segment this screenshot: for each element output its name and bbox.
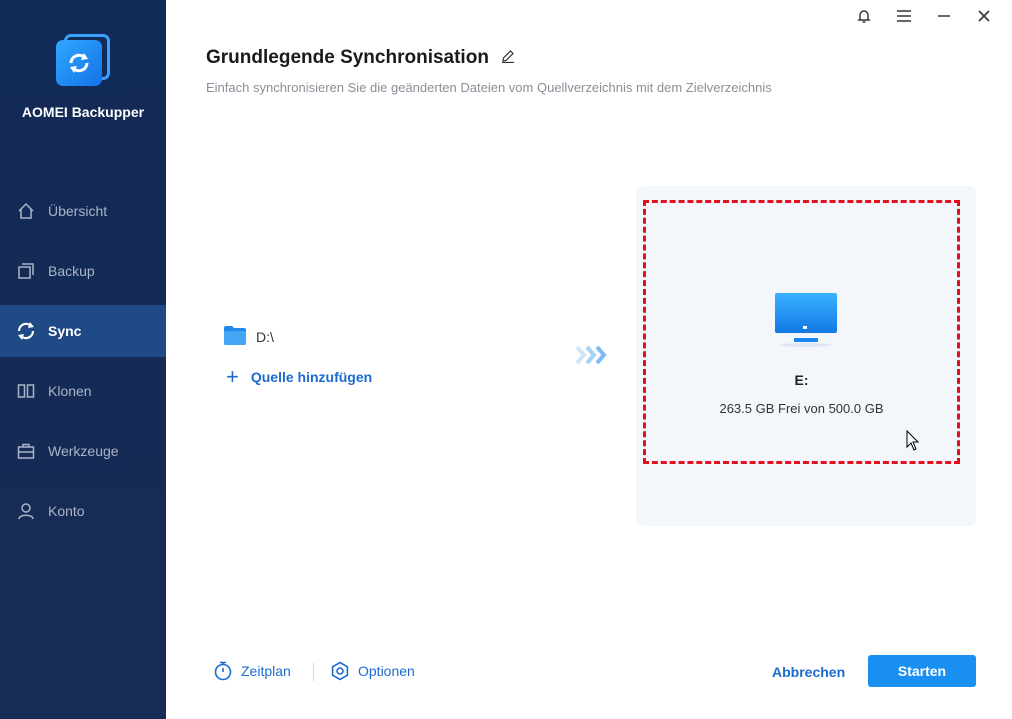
destination-drive-info: 263.5 GB Frei von 500.0 GB	[719, 401, 884, 416]
sidebar-item-backup[interactable]: Backup	[0, 245, 166, 297]
source-path: D:\	[256, 328, 274, 345]
window-controls	[844, 6, 1004, 26]
add-source-label: Quelle hinzufügen	[250, 369, 373, 385]
edit-icon[interactable]	[501, 47, 515, 69]
bell-icon[interactable]	[844, 6, 884, 26]
sidebar-item-label: Werkzeuge	[48, 443, 119, 459]
sync-direction-arrows-icon	[574, 343, 608, 372]
toolbox-icon	[16, 441, 36, 461]
page-title: Grundlegende Synchronisation	[206, 47, 515, 69]
options-button[interactable]: Optionen	[330, 661, 415, 681]
aomei-logo-icon	[54, 30, 112, 88]
page-subtitle: Einfach synchronisieren Sie die geändert…	[206, 80, 772, 95]
sidebar-item-clone[interactable]: Klonen	[0, 365, 166, 417]
sidebar-item-sync[interactable]: Sync	[0, 305, 166, 357]
sidebar-item-overview[interactable]: Übersicht	[0, 185, 166, 237]
add-source-button[interactable]: + Quelle hinzufügen	[226, 364, 373, 389]
sidebar-item-label: Übersicht	[48, 203, 108, 219]
sidebar: AOMEI Backupper Übersicht Backup Sync Kl…	[0, 0, 166, 719]
schedule-button[interactable]: Zeitplan	[213, 661, 291, 681]
backup-icon	[16, 261, 36, 281]
destination-drive-letter: E:	[794, 372, 809, 388]
sync-icon	[16, 321, 36, 341]
sidebar-item-label: Klonen	[48, 383, 92, 399]
stopwatch-icon	[213, 661, 233, 681]
app-name: AOMEI Backupper	[21, 104, 145, 120]
schedule-label: Zeitplan	[241, 663, 291, 679]
menu-icon[interactable]	[884, 6, 924, 26]
folder-icon	[224, 325, 246, 348]
close-icon[interactable]	[964, 6, 1004, 26]
sidebar-item-tools[interactable]: Werkzeuge	[0, 425, 166, 477]
source-item[interactable]: D:\	[224, 325, 274, 348]
gear-icon	[330, 661, 350, 681]
sidebar-item-label: Backup	[48, 263, 95, 279]
monitor-icon	[774, 292, 838, 353]
app-logo: AOMEI Backupper	[0, 30, 166, 120]
clone-icon	[16, 381, 36, 401]
sidebar-item-label: Sync	[48, 323, 82, 339]
sidebar-item-account[interactable]: Konto	[0, 485, 166, 537]
footer-divider	[313, 663, 314, 681]
cancel-button[interactable]: Abbrechen	[772, 664, 845, 680]
sidebar-item-label: Konto	[48, 503, 85, 519]
sidebar-nav: Übersicht Backup Sync Klonen Werkzeuge K…	[0, 185, 166, 545]
minimize-icon[interactable]	[924, 6, 964, 26]
user-icon	[16, 501, 36, 521]
options-label: Optionen	[358, 663, 415, 679]
home-icon	[16, 201, 36, 221]
page-title-text: Grundlegende Synchronisation	[206, 47, 489, 68]
mouse-cursor-icon	[906, 429, 920, 457]
start-button[interactable]: Starten	[868, 655, 976, 687]
plus-icon: +	[226, 364, 239, 389]
